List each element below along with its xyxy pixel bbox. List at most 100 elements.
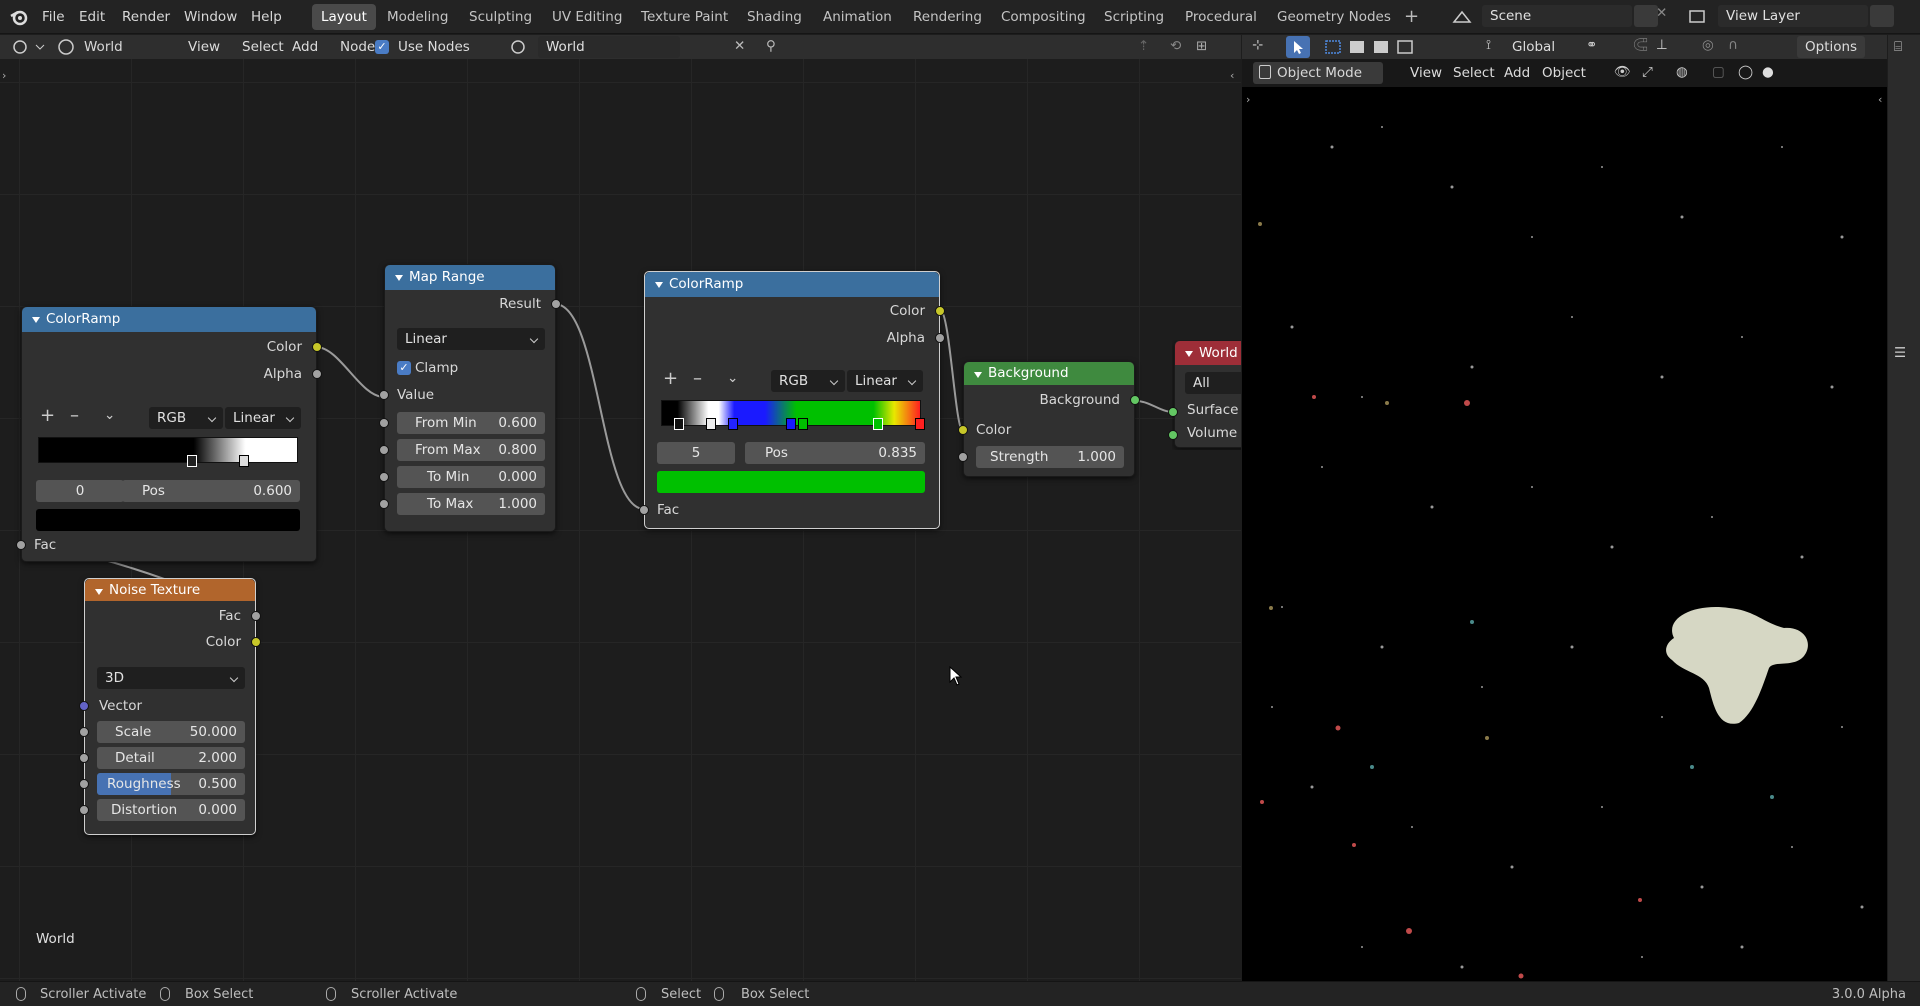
ramp1-stop-2[interactable] xyxy=(239,455,249,467)
ramp2-stop-color[interactable] xyxy=(657,471,925,493)
use-nodes-checkbox[interactable]: ✓ xyxy=(375,40,389,54)
scale-field[interactable]: Scale 50.000 xyxy=(97,721,245,743)
scene-field[interactable]: Scene xyxy=(1482,5,1632,27)
proportional-edit-icon[interactable]: ◎ xyxy=(1702,37,1714,53)
world-name-field[interactable]: World xyxy=(538,36,680,58)
ramp2-menu-icon[interactable]: ⌄ xyxy=(727,370,738,386)
unlink-world-icon[interactable]: ✕ xyxy=(734,38,745,54)
from-min-socket[interactable] xyxy=(379,418,389,428)
properties-toggle-icon[interactable]: ☰ xyxy=(1894,345,1914,363)
delete-scene-icon[interactable]: ✕ xyxy=(1656,5,1667,21)
wireframe-shading-icon[interactable]: ◯ xyxy=(1738,64,1753,80)
browse-world-icon[interactable] xyxy=(508,38,532,56)
vector-socket[interactable] xyxy=(79,701,89,711)
blender-logo-icon[interactable] xyxy=(9,7,29,27)
from-max-field[interactable]: From Max 0.800 xyxy=(397,439,545,461)
noise-dimensions[interactable]: 3D xyxy=(97,667,245,689)
to-max-socket[interactable] xyxy=(379,499,389,509)
value-socket[interactable] xyxy=(379,390,389,400)
xray-icon[interactable]: ▢ xyxy=(1712,64,1725,80)
tab-procedural[interactable]: Procedural xyxy=(1176,4,1266,30)
snap-target-icon[interactable]: ⊥ xyxy=(1656,37,1668,53)
ramp1-color-socket[interactable] xyxy=(312,342,322,352)
new-view-layer-icon[interactable] xyxy=(1870,5,1894,27)
3d-viewport[interactable]: Object Mode View Select Add Object 👁︎ ⤢ … xyxy=(1242,59,1887,981)
select-mode-group[interactable] xyxy=(1322,36,1422,58)
viewport-menu-object[interactable]: Object xyxy=(1536,62,1592,84)
distortion-field[interactable]: Distortion 0.000 xyxy=(97,799,245,821)
duplicate-world-icon[interactable] xyxy=(706,36,730,58)
ramp2-stop-2[interactable] xyxy=(706,418,716,430)
ramp2-active-index[interactable]: 5 xyxy=(657,442,735,464)
menu-file[interactable]: File xyxy=(35,5,72,29)
menu-render[interactable]: Render xyxy=(115,5,177,29)
ramp2-fac-socket[interactable] xyxy=(639,505,649,515)
ramp2-stop-4[interactable] xyxy=(786,418,796,430)
ramp1-remove-stop-icon[interactable]: – xyxy=(70,405,79,426)
ramp1-fac-socket[interactable] xyxy=(16,540,26,550)
ramp1-active-index[interactable]: 0 xyxy=(36,480,124,502)
ramp1-menu-icon[interactable]: ⌄ xyxy=(104,407,115,423)
map-range-node[interactable]: Map Range Result Linear ✓ Clamp Value Fr… xyxy=(379,264,561,532)
view-layer-field[interactable]: View Layer xyxy=(1718,5,1868,27)
visibility-icon[interactable]: 👁︎ xyxy=(1614,64,1631,80)
snap-icon[interactable]: ⟲ xyxy=(1170,38,1181,54)
ramp1-pos-slider[interactable]: Pos 0.600 xyxy=(122,480,300,502)
falloff-icon[interactable]: ∩ xyxy=(1728,37,1738,53)
world-output-node[interactable]: World All Surface Volume xyxy=(1174,340,1241,448)
map-range-result-socket[interactable] xyxy=(551,299,561,309)
noise-fac-socket[interactable] xyxy=(251,611,261,621)
tab-layout[interactable]: Layout xyxy=(312,4,376,30)
menu-edit[interactable]: Edit xyxy=(72,5,112,29)
tab-scripting[interactable]: Scripting xyxy=(1095,4,1173,30)
noise-color-socket[interactable] xyxy=(251,637,261,647)
fake-user-icon[interactable] xyxy=(684,36,708,58)
roughness-field[interactable]: Roughness 0.500 xyxy=(97,773,245,795)
background-node[interactable]: Background Background Color Strength 1.0… xyxy=(958,361,1140,477)
ramp2-interpolation[interactable]: Linear xyxy=(847,370,923,392)
ramp1-alpha-socket[interactable] xyxy=(312,369,322,379)
ramp1-stop-color[interactable] xyxy=(36,509,300,531)
viewport-menu-view[interactable]: View xyxy=(1404,62,1448,84)
view-layer-icon[interactable] xyxy=(1686,6,1710,28)
noise-texture-header[interactable]: Noise Texture xyxy=(85,579,255,601)
colorramp-node-2[interactable]: ColorRamp Color Alpha + – ⌄ RGB Linear 5… xyxy=(639,271,945,529)
background-color-socket[interactable] xyxy=(958,425,968,435)
ramp1-color-mode[interactable]: RGB xyxy=(149,407,223,429)
editor-type-icon[interactable] xyxy=(10,37,46,57)
ramp2-stop-6-active[interactable] xyxy=(873,418,883,430)
tab-animation[interactable]: Animation xyxy=(814,4,901,30)
detail-field[interactable]: Detail 2.000 xyxy=(97,747,245,769)
pivot-point-icon[interactable]: ⚭ xyxy=(1586,37,1597,53)
world-surface-socket[interactable] xyxy=(1168,407,1178,417)
clamp-checkbox[interactable]: ✓ xyxy=(397,361,411,375)
viewport-menu-add[interactable]: Add xyxy=(1498,62,1536,84)
scene-icon[interactable] xyxy=(1450,6,1474,28)
gizmo-icon[interactable]: ⤢ xyxy=(1642,64,1653,80)
ramp1-add-stop-icon[interactable]: + xyxy=(40,405,55,426)
tab-compositing[interactable]: Compositing xyxy=(992,4,1095,30)
ramp2-stop-7[interactable] xyxy=(915,418,925,430)
object-mode-dropdown[interactable]: Object Mode xyxy=(1253,62,1383,84)
world-output-header[interactable]: World xyxy=(1175,341,1241,365)
ramp2-stop-1[interactable] xyxy=(674,418,684,430)
map-range-header[interactable]: Map Range xyxy=(385,265,555,290)
properties-tab-icon[interactable]: ⌸ xyxy=(1894,39,1902,55)
ramp2-add-stop-icon[interactable]: + xyxy=(663,368,678,389)
tab-shading[interactable]: Shading xyxy=(738,4,811,30)
from-min-field[interactable]: From Min 0.600 xyxy=(397,412,545,434)
snap-mode-icon[interactable]: ⊞ xyxy=(1196,38,1207,54)
pin-icon[interactable]: ⚲ xyxy=(766,38,776,54)
shader-type-dropdown[interactable]: World xyxy=(56,37,166,57)
colorramp-1-header[interactable]: ColorRamp xyxy=(22,307,316,332)
map-range-interpolation[interactable]: Linear xyxy=(397,328,545,350)
ramp2-color-socket[interactable] xyxy=(935,306,945,316)
ramp2-color-mode[interactable]: RGB xyxy=(771,370,845,392)
world-volume-socket[interactable] xyxy=(1168,430,1178,440)
ramp2-alpha-socket[interactable] xyxy=(935,333,945,343)
strength-socket[interactable] xyxy=(958,452,968,462)
add-workspace-icon[interactable]: + xyxy=(1404,6,1419,27)
new-scene-icon[interactable] xyxy=(1634,5,1658,27)
ramp1-stop-1[interactable] xyxy=(187,455,197,467)
ramp2-remove-stop-icon[interactable]: – xyxy=(693,368,702,389)
